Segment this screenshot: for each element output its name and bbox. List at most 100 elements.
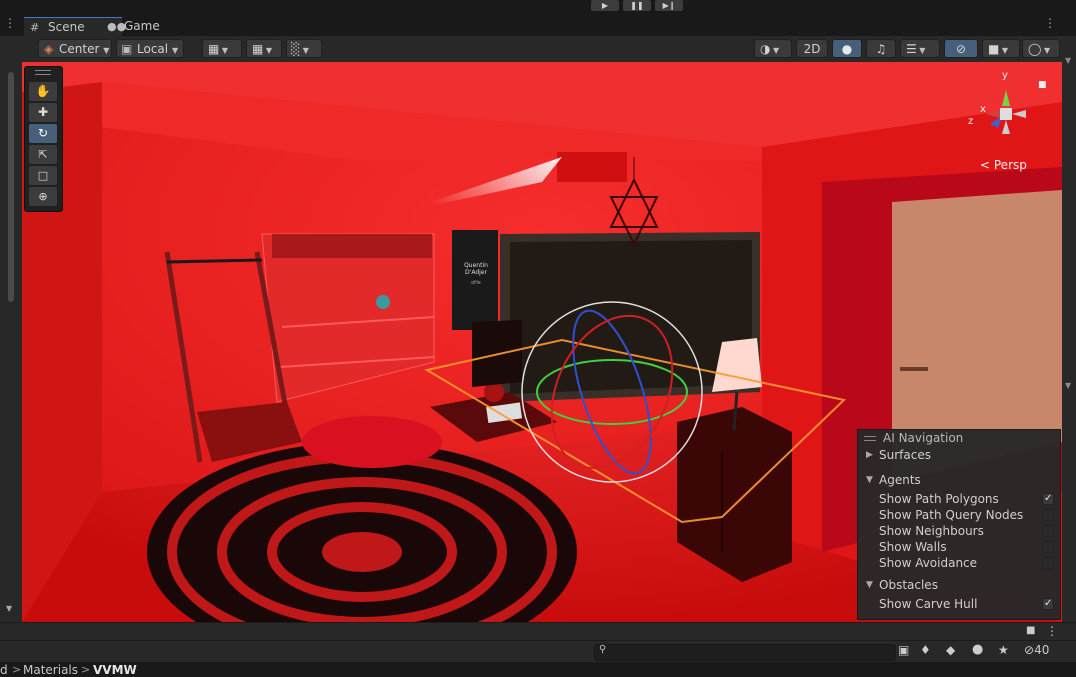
scene-visibility-toggle[interactable]: ⊘ [944,39,978,58]
kebab-menu-icon[interactable]: ⋮ [4,16,16,30]
chevron-down-icon: ▼ [263,46,273,55]
grid-icon: # [30,21,40,34]
agents-foldout[interactable]: ▼ Agents [858,472,1060,488]
hand-tool-button[interactable]: ✋ [29,82,57,101]
lighting-toggle[interactable]: ● [832,39,862,58]
camera-dropdown[interactable]: ■ ▼ [982,39,1020,58]
breadcrumb-item[interactable]: Materials [23,663,78,677]
search-input[interactable]: ⚲ [594,644,896,661]
show-avoidance-row[interactable]: Show Avoidance [858,555,1060,571]
chevron-down-icon: ▼ [171,46,179,55]
kebab-menu-icon[interactable]: ⋮ [1044,16,1056,30]
chevron-down-icon: ▼ [916,46,926,55]
gizmos-dropdown[interactable]: ◯ ▼ [1022,39,1060,58]
show-path-polygons-row[interactable]: Show Path Polygons ✓ [858,491,1060,507]
scene-toolbar: ◈ Center ▼ ▣ Local ▼ ▦ ▼ ▦ ▼ ░ ▼ ◑ ▼ 2D … [0,36,1076,63]
filter-type-icon[interactable]: ♦ [920,643,931,657]
obstacles-foldout[interactable]: ▼ Obstacles [858,577,1060,593]
ai-navigation-header[interactable]: AI Navigation [858,430,1060,446]
rect-tool-button[interactable]: □ [29,166,57,185]
option-label: Show Path Polygons [879,492,999,506]
rect-transform-icon: □ [37,169,49,182]
persp-label[interactable]: < Persp [980,158,1027,172]
show-neighbours-checkbox[interactable] [1042,525,1054,537]
rotate-tool-button[interactable]: ↻ [29,124,57,143]
show-walls-row[interactable]: Show Walls [858,539,1060,555]
hidden-count: 40 [1034,643,1050,657]
poster-subtitle: oHx [471,280,481,286]
surfaces-foldout[interactable]: ▶ Surfaces [858,447,1060,463]
kebab-menu-icon[interactable]: ⋮ [1046,624,1058,638]
effects-dropdown[interactable]: ☰ ▼ [900,39,940,58]
chevron-down-icon: ▼ [866,475,873,485]
ruler-icon: ░ [291,42,301,56]
gizmos-globe-icon: ◯ [1028,42,1042,56]
lock-icon[interactable]: ■ [1038,80,1047,90]
breadcrumb-separator-icon: > [81,663,91,676]
ai-navigation-title: AI Navigation [883,431,964,445]
option-label: Show Neighbours [879,524,984,538]
audio-toggle[interactable]: ♫ [866,39,896,58]
show-path-query-nodes-checkbox[interactable] [1042,509,1054,521]
drag-handle-icon[interactable] [864,436,876,441]
shading-mode-button[interactable]: ◑ ▼ [754,39,792,58]
cube-icon: ▣ [121,42,133,56]
grid-snap-button[interactable]: ▦ ▼ [202,39,242,58]
show-neighbours-row[interactable]: Show Neighbours [858,523,1060,539]
show-walls-checkbox[interactable] [1042,541,1054,553]
show-path-polygons-checkbox[interactable]: ✓ [1042,493,1054,505]
scrollbar-thumb[interactable] [8,72,14,302]
shading-sphere-icon: ◑ [760,42,771,56]
drag-handle-icon[interactable] [35,70,51,75]
rack-bar [166,258,263,264]
breadcrumb-item[interactable]: d [0,663,8,677]
space-label: Local [137,42,169,56]
lock-icon[interactable]: ■ [1026,625,1035,636]
warning-icon[interactable]: ● [972,642,983,657]
show-carve-hull-row[interactable]: Show Carve Hull ✓ [858,596,1060,612]
tab-game-label: Game [124,19,160,33]
pivot-dropdown[interactable]: ◈ Center ▼ [38,39,112,58]
chevron-down-icon: ▼ [1065,56,1072,65]
label-tag-icon[interactable]: ◆ [946,643,955,657]
move-tool-button[interactable]: ✚ [29,103,57,122]
transform-tool-button[interactable]: ⊕ [29,187,57,206]
hidden-packages-toggle[interactable]: ⊘40 [1024,643,1049,657]
right-panel-edge: ▼ ▼ [1062,36,1076,622]
search-by-type-icon[interactable]: ▣ [898,643,909,657]
orientation-gizmo-shape [986,90,1026,134]
obstacles-label: Obstacles [879,578,938,592]
scale-tool-button[interactable]: ⇱ [29,145,57,164]
ruler-button[interactable]: ░ ▼ [286,39,322,58]
play-toolbar: ▶ ❚❚ ▶❙ [0,0,1076,14]
tab-scene-label: Scene [48,20,85,34]
play-icon[interactable]: ▶ [591,0,619,11]
mode-2d-button[interactable]: 2D [796,39,828,58]
persp-text: Persp [993,158,1027,172]
window-trees [510,240,752,394]
tab-row: ⋮ # Scene ●● Game ⋮ [0,14,1076,37]
show-carve-hull-checkbox[interactable]: ✓ [1042,598,1054,610]
door-handle [900,367,928,371]
camera-icon: ■ [988,42,1000,56]
transform-icon: ⊕ [38,190,48,203]
chevron-down-icon: ▼ [866,580,873,590]
tab-game[interactable]: ●● Game [100,17,194,36]
show-avoidance-checkbox[interactable] [1042,557,1054,569]
orientation-gizmo[interactable]: y x z ■ < Persp [962,70,1047,180]
scroll-down-icon[interactable]: ▼ [6,604,12,613]
increment-snap-button[interactable]: ▦ ▼ [246,39,282,58]
option-label: Show Path Query Nodes [879,508,1024,522]
left-scroll-strip: ▼ [0,36,22,622]
pivot-label: Center [59,42,100,56]
favorite-star-icon[interactable]: ★ [998,643,1009,657]
show-path-query-nodes-row[interactable]: Show Path Query Nodes [858,507,1060,523]
pause-icon[interactable]: ❚❚ [623,0,651,11]
audio-mute-icon: ♫ [875,42,887,56]
move-arrows-icon: ✚ [37,105,49,119]
breadcrumb-item-current[interactable]: VVMW [93,663,137,677]
chevron-down-icon: ▼ [1065,381,1072,390]
chevron-down-icon: ▼ [999,46,1009,55]
step-icon[interactable]: ▶❙ [655,0,683,11]
space-dropdown[interactable]: ▣ Local ▼ [116,39,184,58]
